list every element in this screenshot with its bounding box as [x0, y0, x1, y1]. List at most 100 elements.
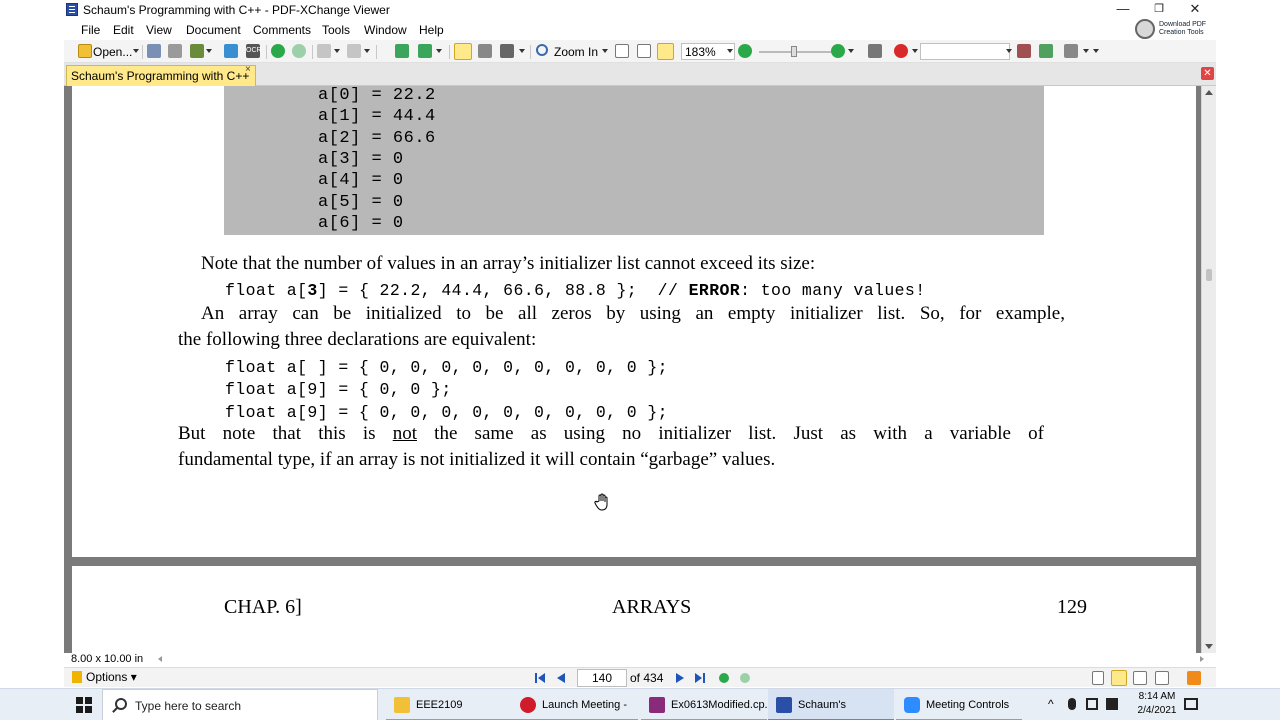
- search-dropdown-arrow-icon[interactable]: [1006, 49, 1012, 53]
- menu-document[interactable]: Document: [186, 23, 241, 37]
- continuous-page-icon[interactable]: [1111, 670, 1127, 686]
- single-page-icon[interactable]: [1092, 671, 1104, 685]
- fit-width-icon[interactable]: [657, 43, 674, 60]
- network-icon[interactable]: [1086, 698, 1098, 710]
- scroll-up-icon[interactable]: [1205, 90, 1213, 95]
- back-icon[interactable]: [271, 44, 285, 58]
- task-ex0613modified[interactable]: Ex0613Modified.cp...: [641, 689, 774, 720]
- scroll-down-icon[interactable]: [1205, 644, 1213, 649]
- open-dropdown-arrow-icon[interactable]: [133, 49, 139, 53]
- close-document-icon[interactable]: ✕: [1201, 67, 1214, 80]
- find-previous-icon[interactable]: [1017, 44, 1031, 58]
- comments-dropdown-arrow-icon[interactable]: [912, 49, 918, 53]
- zoom-out-icon[interactable]: [738, 44, 752, 58]
- tab-close-icon[interactable]: ×: [245, 64, 251, 75]
- promo-line-1: Download PDF: [1159, 21, 1207, 28]
- page-number-input[interactable]: 140: [577, 669, 627, 687]
- taskbar-search-box[interactable]: Type here to search: [102, 689, 378, 720]
- zoom-in-button[interactable]: Zoom In: [554, 45, 598, 59]
- previous-page-icon[interactable]: [555, 672, 567, 684]
- rotate-right-icon[interactable]: [418, 44, 432, 58]
- window-title: Schaum's Programming with C++ - PDF-XCha…: [83, 3, 390, 17]
- forward-icon[interactable]: [292, 44, 306, 58]
- undo-dropdown-arrow-icon[interactable]: [334, 49, 340, 53]
- scroll-left-icon[interactable]: [158, 656, 162, 662]
- comments-icon[interactable]: [894, 44, 908, 58]
- open-button[interactable]: Open...: [93, 45, 132, 59]
- show-hidden-icons-icon[interactable]: ^: [1048, 698, 1060, 710]
- clock-time[interactable]: 8:14 AM: [1130, 691, 1184, 702]
- menu-window[interactable]: Window: [364, 23, 407, 37]
- actual-size-icon[interactable]: [615, 44, 629, 58]
- menu-help[interactable]: Help: [419, 23, 444, 37]
- declaration-line: float a[ ] = { 0, 0, 0, 0, 0, 0, 0, 0, 0…: [225, 358, 668, 377]
- back-view-icon[interactable]: [718, 672, 730, 684]
- toolbar-overflow-arrow-icon[interactable]: [1093, 49, 1099, 53]
- next-page-icon[interactable]: [674, 672, 686, 684]
- vertical-scrollbar[interactable]: [1201, 86, 1216, 653]
- document-tab[interactable]: Schaum's Programming with C++ ×: [66, 64, 256, 86]
- last-page-icon[interactable]: [694, 672, 706, 684]
- redo-dropdown-arrow-icon[interactable]: [364, 49, 370, 53]
- microphone-icon[interactable]: [1068, 698, 1076, 710]
- select-text-icon[interactable]: [500, 44, 514, 58]
- scrollbar-thumb[interactable]: [1206, 269, 1212, 281]
- zoom-level-dropdown-arrow-icon[interactable]: [727, 49, 733, 53]
- clock-date[interactable]: 2/4/2021: [1130, 705, 1184, 716]
- download-pdf-tools-link[interactable]: Download PDF Creation Tools: [1135, 19, 1215, 41]
- email-icon[interactable]: [224, 44, 238, 58]
- menu-view[interactable]: View: [146, 23, 172, 37]
- facing-pages-icon[interactable]: [1133, 671, 1147, 685]
- status-settings-icon[interactable]: [1187, 671, 1201, 685]
- zoom-in-dropdown-arrow-icon[interactable]: [602, 49, 608, 53]
- document-view[interactable]: a[0] = 22.2 a[1] = 44.4 a[2] = 66.6 a[3]…: [64, 86, 1201, 653]
- zoom-plus-dropdown-arrow-icon[interactable]: [848, 49, 854, 53]
- scan-dropdown-arrow-icon[interactable]: [206, 49, 212, 53]
- save-icon[interactable]: [147, 44, 161, 58]
- menu-comments[interactable]: Comments: [253, 23, 311, 37]
- minimize-button[interactable]: —: [1105, 0, 1141, 20]
- rotate-left-icon[interactable]: [395, 44, 409, 58]
- search-placeholder: Type here to search: [135, 699, 242, 713]
- close-button[interactable]: ✕: [1177, 0, 1213, 20]
- first-page-icon[interactable]: [534, 672, 546, 684]
- options-button[interactable]: Options ▾: [72, 670, 137, 684]
- start-button[interactable]: [0, 689, 92, 720]
- scan-icon[interactable]: [190, 44, 204, 58]
- forward-view-icon[interactable]: [739, 672, 751, 684]
- scroll-right-icon[interactable]: [1200, 656, 1204, 662]
- redo-icon[interactable]: [347, 44, 361, 58]
- select-dropdown-arrow-icon[interactable]: [519, 49, 525, 53]
- task-eee2109[interactable]: EEE2109: [386, 689, 512, 720]
- zoom-in-plus-icon[interactable]: [831, 44, 845, 58]
- ocr-icon[interactable]: OCR: [246, 44, 262, 58]
- snapshot-icon[interactable]: [478, 44, 492, 58]
- task-launch-meeting[interactable]: Launch Meeting - ...: [512, 689, 638, 720]
- notifications-icon[interactable]: [1184, 698, 1198, 710]
- zoom-slider-thumb[interactable]: [791, 46, 797, 57]
- restore-button[interactable]: ❐: [1141, 0, 1177, 20]
- customize-dropdown-arrow-icon[interactable]: [1083, 49, 1089, 53]
- search-icon: [115, 698, 127, 710]
- continuous-facing-icon[interactable]: [1155, 671, 1169, 685]
- fit-page-icon[interactable]: [637, 44, 651, 58]
- customize-toolbar-icon[interactable]: [1064, 44, 1078, 58]
- task-schaums-programming[interactable]: Schaum's Program...: [768, 689, 894, 720]
- undo-icon[interactable]: [317, 44, 331, 58]
- pdf-page: a[0] = 22.2 a[1] = 44.4 a[2] = 66.6 a[3]…: [72, 86, 1196, 557]
- menu-edit[interactable]: Edit: [113, 23, 134, 37]
- view-options-icon[interactable]: [868, 44, 882, 58]
- declaration-line: float a[9] = { 0, 0, 0, 0, 0, 0, 0, 0, 0…: [225, 403, 668, 422]
- code-line: a[5] = 0: [318, 193, 404, 212]
- hand-tool-icon[interactable]: [454, 43, 472, 60]
- task-meeting-controls[interactable]: Meeting Controls: [896, 689, 1022, 720]
- print-icon[interactable]: [168, 44, 182, 58]
- page-size-label: 8.00 x 10.00 in: [71, 653, 144, 665]
- menu-tools[interactable]: Tools: [322, 23, 350, 37]
- page-header-chapter: CHAP. 6]: [224, 596, 302, 618]
- search-field[interactable]: [920, 43, 1010, 60]
- rotate-dropdown-arrow-icon[interactable]: [436, 49, 442, 53]
- menu-file[interactable]: File: [81, 23, 100, 37]
- volume-icon[interactable]: [1106, 698, 1118, 710]
- find-next-icon[interactable]: [1039, 44, 1053, 58]
